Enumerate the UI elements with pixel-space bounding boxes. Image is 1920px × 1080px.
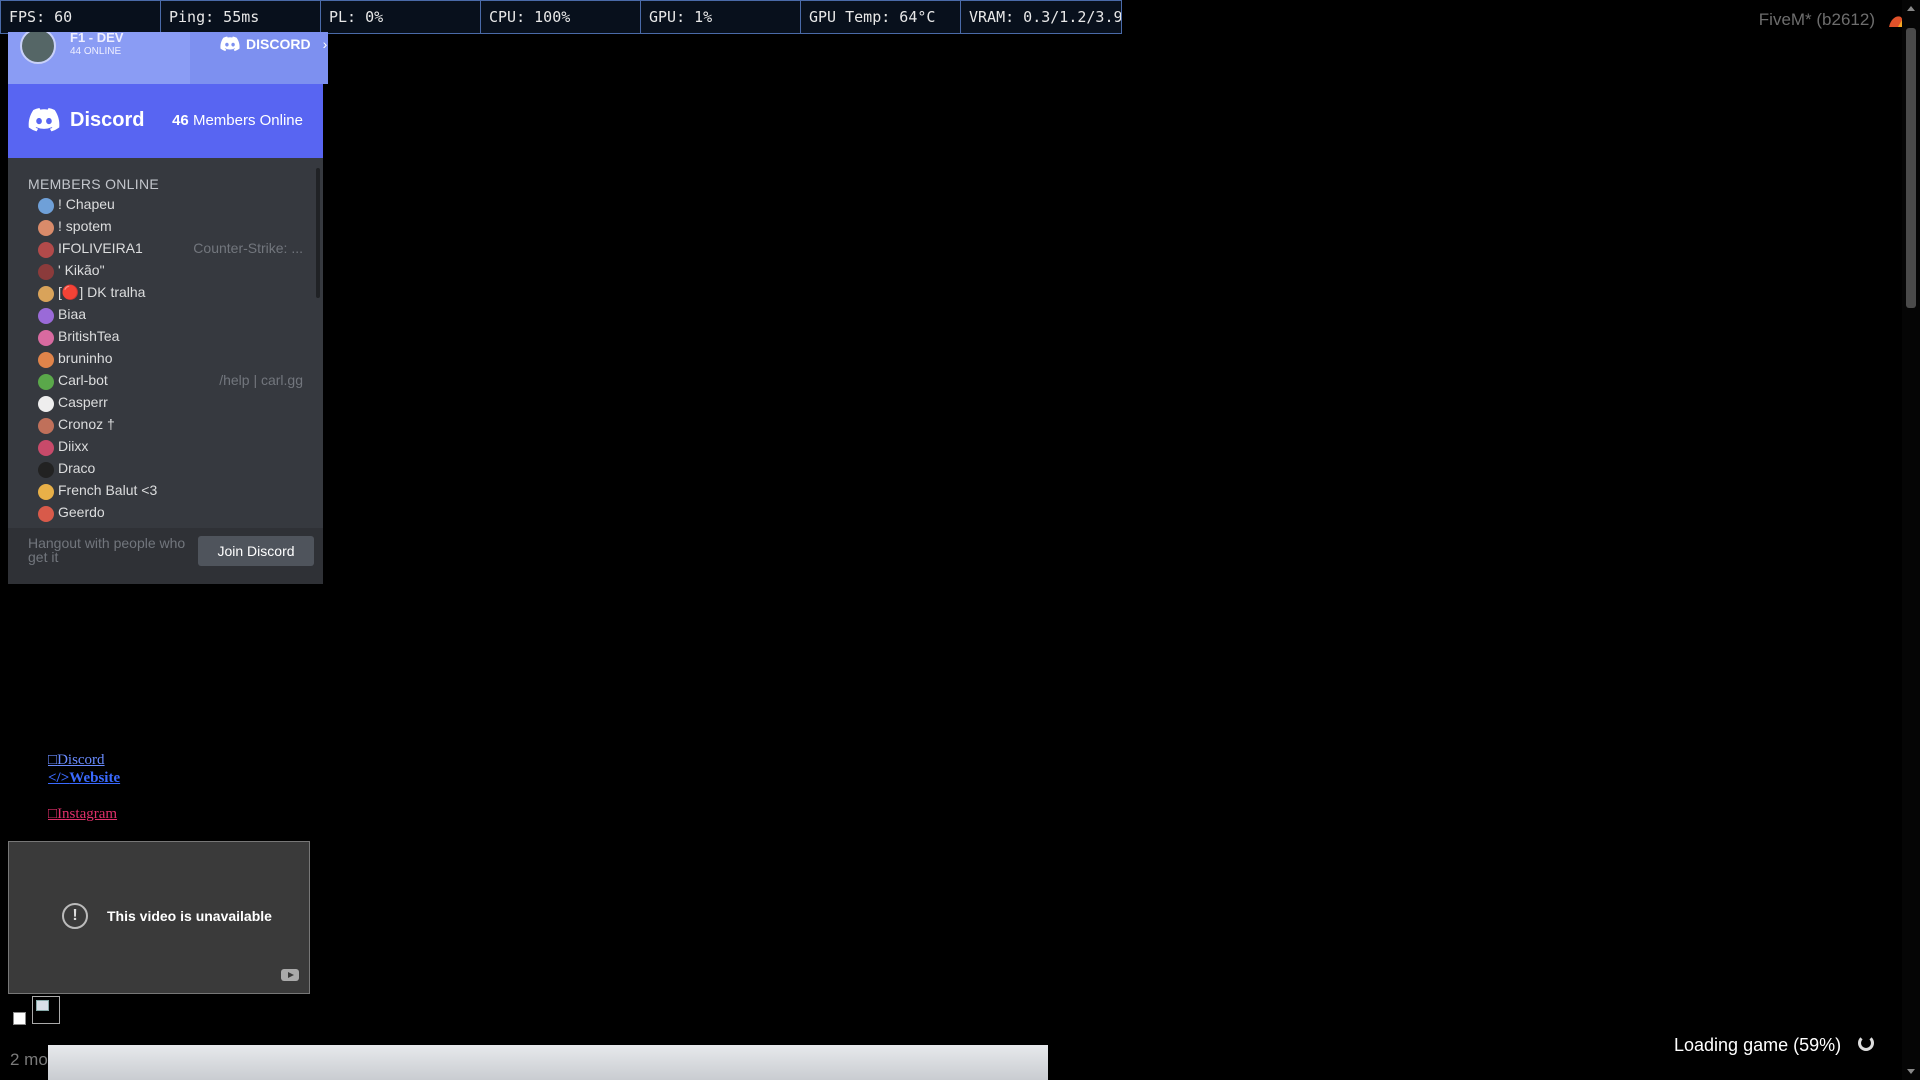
discord-link[interactable]: □Discord — [48, 752, 105, 769]
alert-icon: ! — [62, 903, 88, 929]
ping-stat: Ping: 55ms — [161, 1, 321, 33]
member-name: ' Kikão" — [58, 262, 105, 278]
members-online-count: 46 Members Online — [172, 112, 303, 129]
member-avatar — [38, 374, 54, 390]
member-row[interactable]: Biaa — [38, 304, 303, 326]
badge-discord-link[interactable]: DISCORD › — [220, 36, 327, 52]
members-count-value: 46 — [172, 112, 189, 129]
vram-stat: VRAM: 0.3/1.2/3.9 GB — [969, 8, 1121, 26]
member-avatar — [38, 462, 54, 478]
member-row[interactable]: ! spotem — [38, 216, 303, 238]
member-row[interactable]: French Balut <3 — [38, 480, 303, 502]
member-row[interactable]: Diixx — [38, 436, 303, 458]
gpu-temp-stat: GPU Temp: 64°C — [801, 1, 961, 33]
member-row[interactable]: Casperr — [38, 392, 303, 414]
widget-footer-text: Hangout with people who get it — [28, 535, 186, 565]
member-avatar — [38, 220, 54, 236]
member-row[interactable]: Draco — [38, 458, 303, 480]
broken-image-icon — [32, 996, 60, 1024]
member-row[interactable]: Cronoz † — [38, 414, 303, 436]
member-avatar — [38, 396, 54, 412]
chevron-right-icon: › — [322, 36, 328, 52]
member-avatar — [38, 330, 54, 346]
member-row[interactable]: Geerdo — [38, 502, 303, 524]
member-row[interactable]: BritishTea — [38, 326, 303, 348]
member-avatar — [38, 242, 54, 258]
members-scrollbar[interactable] — [316, 168, 320, 298]
page-scrollbar[interactable] — [1902, 0, 1920, 1080]
member-avatar — [38, 506, 54, 522]
youtube-icon[interactable] — [281, 969, 299, 981]
member-activity: /help | carl.gg — [219, 372, 303, 388]
member-row[interactable]: [🔴] DK tralha — [38, 282, 303, 304]
badge-discord-label: DISCORD — [246, 36, 311, 52]
members-list[interactable]: MEMBERS ONLINE ! Chapeu ! spotem IFOLIVEIR… — [8, 158, 323, 528]
member-avatar — [38, 198, 54, 214]
discord-link-icon: □ — [48, 752, 58, 768]
member-name: Diixx — [58, 438, 89, 454]
members-count-label: Members Online — [192, 112, 303, 129]
member-avatar — [38, 352, 54, 368]
join-discord-button[interactable]: Join Discord — [198, 536, 314, 566]
performance-stats-bar: FPS: 60 Ping: 55ms PL: 0% CPU: 100% GPU:… — [0, 0, 1122, 34]
widget-footer: Hangout with people who get it Join Disc… — [8, 528, 323, 584]
member-name: Casperr — [58, 394, 108, 410]
cpu-stat: CPU: 100% — [481, 1, 641, 33]
member-name: French Balut <3 — [58, 482, 158, 498]
background-image — [48, 1045, 1048, 1080]
member-name: Draco — [58, 460, 96, 476]
fps-stat: FPS: 60 — [1, 1, 161, 33]
member-row[interactable]: Carl-bot/help | carl.gg — [38, 370, 303, 392]
fivem-build-label: FiveM* (b2612) — [1758, 10, 1875, 29]
code-icon: </> — [48, 770, 70, 786]
member-name: Carl-bot — [58, 372, 108, 388]
member-avatar — [38, 484, 54, 500]
member-name: Cronoz † — [58, 416, 115, 432]
loading-spinner-icon — [1858, 1035, 1874, 1051]
member-row[interactable]: IFOLIVEIRA1 Counter-Strike: ... — [38, 238, 303, 260]
instagram-icon: □ — [48, 806, 58, 822]
member-avatar — [38, 440, 54, 456]
gpu-stat: GPU: 1% — [641, 1, 801, 33]
member-avatar — [38, 418, 54, 434]
scroll-down-arrow-icon[interactable] — [1907, 1069, 1915, 1074]
member-row[interactable]: ' Kikão" — [38, 260, 303, 282]
scrollbar-thumb[interactable] — [1906, 28, 1916, 308]
member-name: Biaa — [58, 306, 87, 322]
member-name: BritishTea — [58, 328, 120, 344]
checkbox[interactable] — [13, 1012, 26, 1025]
scroll-up-arrow-icon[interactable] — [1907, 6, 1915, 11]
website-link[interactable]: </>Website — [48, 770, 120, 787]
member-row[interactable]: bruninho — [38, 348, 303, 370]
discord-logo-icon — [28, 108, 60, 132]
server-online-count: 44 ONLINE — [70, 46, 122, 57]
server-name: F1 - DEV — [70, 32, 124, 45]
member-row[interactable]: ! Chapeu — [38, 194, 303, 216]
widget-brand-label: Discord — [70, 108, 145, 131]
discord-widget: Discord 46 Members Online MEMBERS ONLINE… — [8, 84, 323, 584]
loading-status: Loading game (59%) — [1674, 1035, 1842, 1055]
member-activity: Counter-Strike: ... — [193, 240, 303, 256]
member-name: [🔴] DK tralha — [58, 284, 146, 300]
member-avatar — [38, 264, 54, 280]
member-name: Geerdo — [58, 504, 105, 520]
widget-header: Discord 46 Members Online — [8, 84, 323, 158]
member-name: ! spotem — [58, 218, 112, 234]
discord-logo-icon — [220, 36, 240, 52]
members-section-title: MEMBERS ONLINE — [28, 176, 159, 192]
member-name: ! Chapeu — [58, 196, 115, 212]
widget-brand[interactable]: Discord — [28, 108, 144, 132]
packet-loss-stat: PL: 0% — [321, 1, 481, 33]
youtube-embed[interactable]: ! This video is unavailable — [8, 841, 310, 994]
member-avatar — [38, 286, 54, 302]
video-unavailable-message: This video is unavailable — [107, 908, 272, 924]
discord-server-badge[interactable]: F1 - DEV 44 ONLINE DISCORD › — [8, 32, 328, 84]
member-name: IFOLIVEIRA1 — [58, 240, 143, 256]
member-avatar — [38, 308, 54, 324]
post-timestamp: 2 mo — [10, 1050, 48, 1069]
instagram-link[interactable]: □Instagram — [48, 806, 117, 823]
member-name: bruninho — [58, 350, 113, 366]
